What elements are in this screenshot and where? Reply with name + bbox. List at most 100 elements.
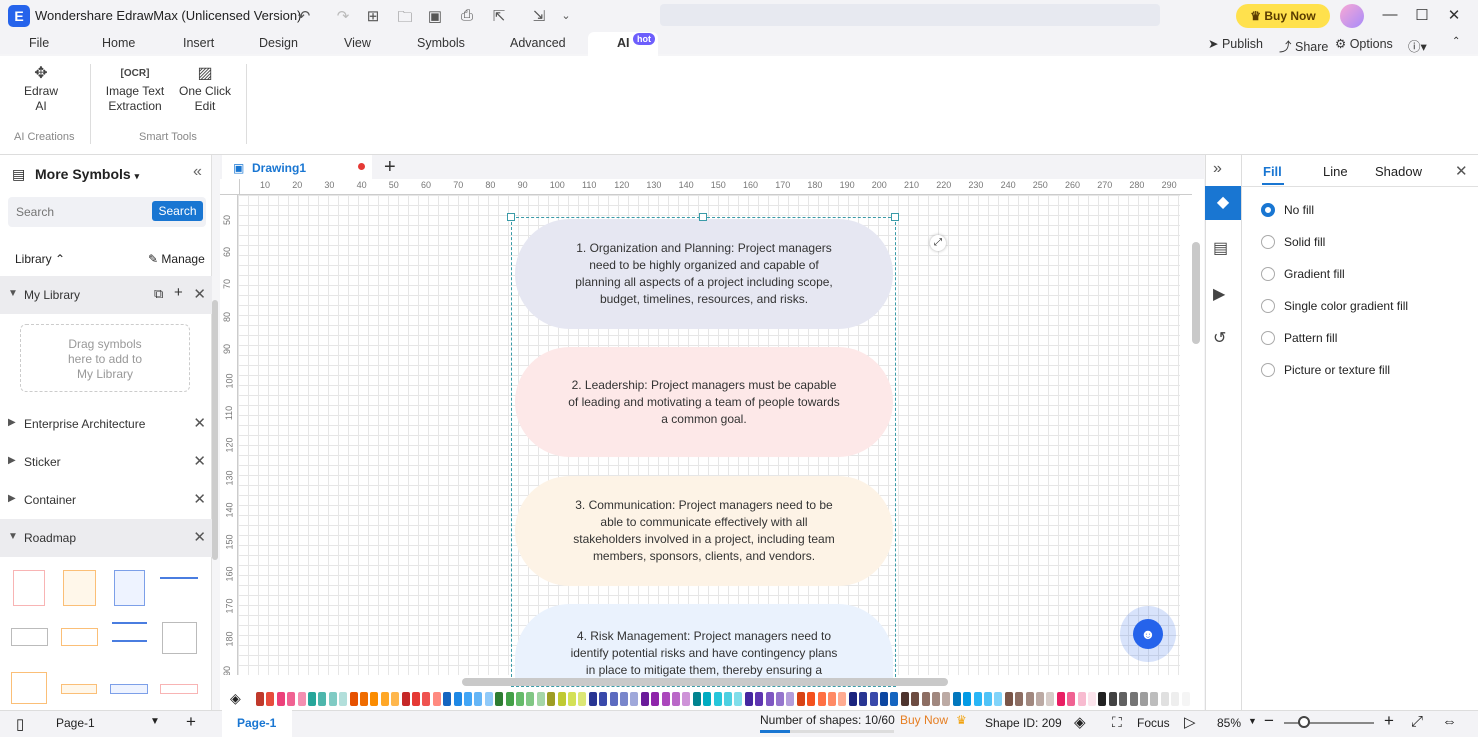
color-swatch[interactable] [474,692,483,706]
fill-option-label[interactable]: No fill [1284,203,1314,217]
zoom-in-icon[interactable]: + [1384,711,1394,731]
my-library-row[interactable]: ▼ My Library ⧉ + ✕ [0,276,212,314]
color-swatch[interactable] [297,692,306,706]
help-icon[interactable]: ⓘ▾ [1408,36,1427,55]
color-swatch[interactable] [807,692,816,706]
color-swatch[interactable] [692,692,701,706]
roadmap-thumbnail[interactable] [61,684,97,694]
print-icon[interactable]: ⎙ [457,7,477,24]
left-panel-scrollbar[interactable] [212,300,218,560]
menu-view[interactable]: View [344,36,371,50]
buy-now-button[interactable]: ♛ Buy Now [1236,4,1330,28]
minimize-icon[interactable]: — [1378,6,1402,23]
color-swatch[interactable] [661,692,670,706]
collapse-panel-icon[interactable]: « [193,163,202,181]
collapse-ribbon-icon[interactable]: ⌃ [1452,36,1460,47]
roadmap-thumbnail[interactable] [160,684,198,694]
color-swatch[interactable] [952,692,961,706]
page-panel-icon[interactable]: ▯ [16,715,24,733]
color-swatch[interactable] [640,692,649,706]
symbol-search-button[interactable]: Search [152,201,203,221]
avatar[interactable] [1340,4,1364,28]
color-swatch[interactable] [599,692,608,706]
fill-bucket-icon[interactable]: ◆ [1205,186,1241,220]
color-swatch[interactable] [516,692,524,706]
fill-option-label[interactable]: Pattern fill [1284,331,1337,345]
fill-option-label[interactable]: Gradient fill [1284,267,1345,281]
roadmap-thumbnail[interactable] [11,628,48,646]
color-swatch[interactable] [557,692,566,706]
page-properties-icon[interactable]: ▤ [1213,238,1228,258]
resize-handle[interactable] [507,213,515,221]
roadmap-thumbnail[interactable] [112,622,147,642]
menu-insert[interactable]: Insert [183,36,214,50]
color-swatch[interactable] [1129,692,1138,706]
color-swatch[interactable] [963,692,972,706]
menu-file[interactable]: File [29,36,49,50]
fit-page-icon[interactable]: ⤢ [1411,713,1423,730]
color-swatch[interactable] [339,692,348,706]
color-swatch[interactable] [328,692,337,706]
color-swatch[interactable] [609,692,618,706]
tab-shadow[interactable]: Shadow [1375,164,1422,179]
export-icon[interactable]: ⇱ [489,7,509,25]
color-swatch[interactable] [651,692,660,706]
fill-option-radio[interactable] [1261,203,1275,217]
fit-width-icon[interactable]: ⇔ [1442,713,1457,730]
color-swatch[interactable] [828,692,836,706]
fill-option-radio[interactable] [1261,267,1275,281]
color-swatch[interactable] [412,692,420,706]
title-search-bar[interactable] [660,4,1160,26]
chevron-down-icon[interactable]: ▼ [1248,716,1257,726]
color-swatch[interactable] [713,692,722,706]
color-swatch[interactable] [1098,692,1107,706]
color-swatch[interactable] [526,692,535,706]
roadmap-thumbnail[interactable] [11,672,47,704]
roadmap-thumbnail[interactable] [13,570,45,606]
new-icon[interactable]: ⊞ [363,7,383,25]
color-swatch[interactable] [724,692,732,706]
close-icon[interactable]: ✕ [193,490,206,508]
color-swatch[interactable] [422,692,431,706]
resize-handle[interactable] [891,213,899,221]
color-swatch[interactable] [1108,692,1117,706]
color-swatch[interactable] [391,692,400,706]
color-swatch[interactable] [672,692,680,706]
color-swatch[interactable] [942,692,951,706]
color-swatch[interactable] [630,692,639,706]
roadmap-thumbnail[interactable] [63,570,96,606]
color-swatch[interactable] [380,692,389,706]
history-icon[interactable]: ↺ [1213,328,1226,348]
color-swatch[interactable] [1160,692,1169,706]
color-swatch[interactable] [370,692,379,706]
color-swatch[interactable] [900,692,909,706]
horizontal-scrollbar[interactable] [462,678,948,686]
color-swatch[interactable] [755,692,764,706]
ai-assistant-bot-icon[interactable]: ☻ [1133,619,1163,649]
open-folder-icon[interactable]: 🗀 [395,7,415,32]
roadmap-thumbnail[interactable] [162,622,197,654]
color-swatch[interactable] [1036,692,1044,706]
color-swatch[interactable] [1119,692,1128,706]
color-swatch[interactable] [817,692,826,706]
color-swatch[interactable] [1088,692,1096,706]
fill-option-radio[interactable] [1261,363,1275,377]
color-swatch[interactable] [484,692,493,706]
color-swatch[interactable] [349,692,358,706]
library-section-container[interactable]: ▶ Container ✕ [0,481,212,519]
color-swatch[interactable] [1181,692,1190,706]
layers-icon[interactable]: ◈ [1074,713,1086,731]
color-swatch[interactable] [1015,692,1024,706]
manage-button[interactable]: ✎ Manage [148,252,205,266]
color-swatch[interactable] [932,692,940,706]
color-swatch[interactable] [984,692,992,706]
close-icon[interactable]: ✕ [193,528,206,546]
color-swatch[interactable] [682,692,691,706]
color-swatch[interactable] [453,692,462,706]
color-swatch[interactable] [848,692,857,706]
add-icon[interactable]: + [174,284,183,301]
selection-box[interactable] [511,217,896,687]
color-swatch[interactable] [401,692,410,706]
library-section-roadmap[interactable]: ▼ Roadmap ✕ [0,519,212,557]
fill-bucket-icon[interactable]: ◈ [230,690,241,707]
